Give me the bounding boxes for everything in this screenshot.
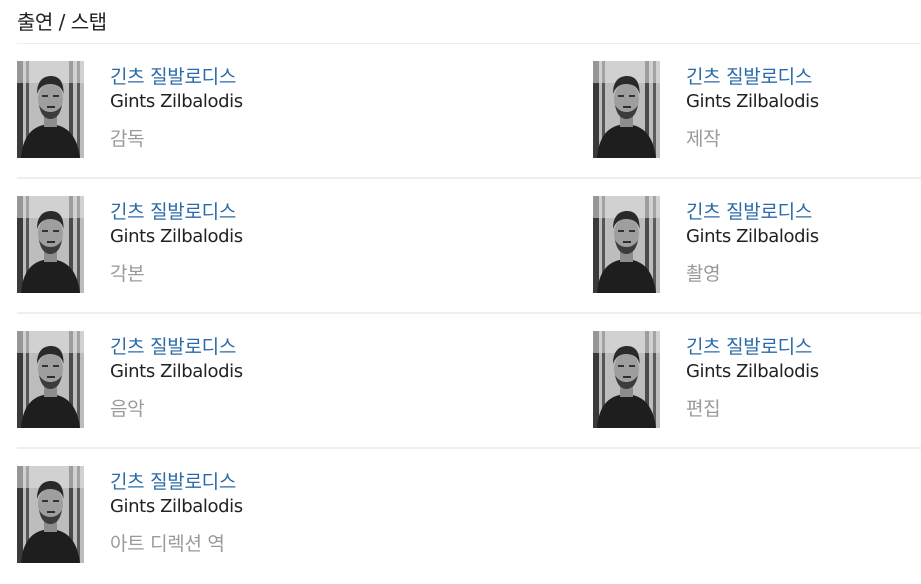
person-photo[interactable] <box>17 61 84 158</box>
person-portrait-icon <box>17 196 84 293</box>
person-portrait-icon <box>17 61 84 158</box>
cast-staff-grid: 긴츠 질발로디스 Gints Zilbalodis 감독 긴츠 질발로디스 Gi… <box>17 44 921 584</box>
person-name-english: Gints Zilbalodis <box>110 496 243 517</box>
person-card[interactable]: 긴츠 질발로디스 Gints Zilbalodis 음악 <box>17 331 337 429</box>
person-name-korean[interactable]: 긴츠 질발로디스 <box>686 65 819 89</box>
person-role: 편집 <box>686 398 721 420</box>
person-role: 감독 <box>110 128 145 150</box>
person-info: 긴츠 질발로디스 Gints Zilbalodis 촬영 <box>686 196 819 286</box>
person-card[interactable]: 긴츠 질발로디스 Gints Zilbalodis 각본 <box>17 196 337 294</box>
person-role: 촬영 <box>686 263 721 285</box>
person-card[interactable]: 긴츠 질발로디스 Gints Zilbalodis 편집 <box>593 331 913 429</box>
person-name-korean[interactable]: 긴츠 질발로디스 <box>110 335 243 359</box>
person-info: 긴츠 질발로디스 Gints Zilbalodis 음악 <box>110 331 243 421</box>
people-row: 긴츠 질발로디스 Gints Zilbalodis 음악 긴츠 질발로디스 Gi… <box>17 314 921 449</box>
people-row: 긴츠 질발로디스 Gints Zilbalodis 각본 긴츠 질발로디스 Gi… <box>17 179 921 314</box>
person-photo[interactable] <box>593 196 660 293</box>
person-name-english: Gints Zilbalodis <box>686 91 819 112</box>
people-row: 긴츠 질발로디스 Gints Zilbalodis 아트 디렉션 역 <box>17 449 921 584</box>
person-portrait-icon <box>593 61 660 158</box>
person-role: 아트 디렉션 역 <box>110 533 225 555</box>
person-portrait-icon <box>593 196 660 293</box>
person-info: 긴츠 질발로디스 Gints Zilbalodis 아트 디렉션 역 <box>110 466 243 556</box>
person-name-korean[interactable]: 긴츠 질발로디스 <box>110 65 243 89</box>
person-info: 긴츠 질발로디스 Gints Zilbalodis 제작 <box>686 61 819 151</box>
person-role: 음악 <box>110 398 145 420</box>
person-card[interactable]: 긴츠 질발로디스 Gints Zilbalodis 아트 디렉션 역 <box>17 466 337 564</box>
person-card[interactable]: 긴츠 질발로디스 Gints Zilbalodis 감독 <box>17 61 337 159</box>
person-name-english: Gints Zilbalodis <box>110 226 243 247</box>
section-title: 출연 / 스탭 <box>17 10 107 34</box>
person-card[interactable]: 긴츠 질발로디스 Gints Zilbalodis 촬영 <box>593 196 913 294</box>
person-photo[interactable] <box>17 196 84 293</box>
person-name-english: Gints Zilbalodis <box>110 91 243 112</box>
person-name-english: Gints Zilbalodis <box>110 361 243 382</box>
person-name-korean[interactable]: 긴츠 질발로디스 <box>686 200 819 224</box>
person-name-english: Gints Zilbalodis <box>686 226 819 247</box>
person-name-korean[interactable]: 긴츠 질발로디스 <box>110 200 243 224</box>
person-info: 긴츠 질발로디스 Gints Zilbalodis 편집 <box>686 331 819 421</box>
person-photo[interactable] <box>593 61 660 158</box>
person-photo[interactable] <box>17 466 84 563</box>
person-info: 긴츠 질발로디스 Gints Zilbalodis 감독 <box>110 61 243 151</box>
person-role: 각본 <box>110 263 145 285</box>
person-portrait-icon <box>17 331 84 428</box>
person-role: 제작 <box>686 128 721 150</box>
person-card[interactable]: 긴츠 질발로디스 Gints Zilbalodis 제작 <box>593 61 913 159</box>
person-name-korean[interactable]: 긴츠 질발로디스 <box>110 470 243 494</box>
person-photo[interactable] <box>593 331 660 428</box>
person-photo[interactable] <box>17 331 84 428</box>
person-portrait-icon <box>17 466 84 563</box>
person-name-english: Gints Zilbalodis <box>686 361 819 382</box>
person-name-korean[interactable]: 긴츠 질발로디스 <box>686 335 819 359</box>
person-portrait-icon <box>593 331 660 428</box>
person-info: 긴츠 질발로디스 Gints Zilbalodis 각본 <box>110 196 243 286</box>
people-row: 긴츠 질발로디스 Gints Zilbalodis 감독 긴츠 질발로디스 Gi… <box>17 44 921 179</box>
